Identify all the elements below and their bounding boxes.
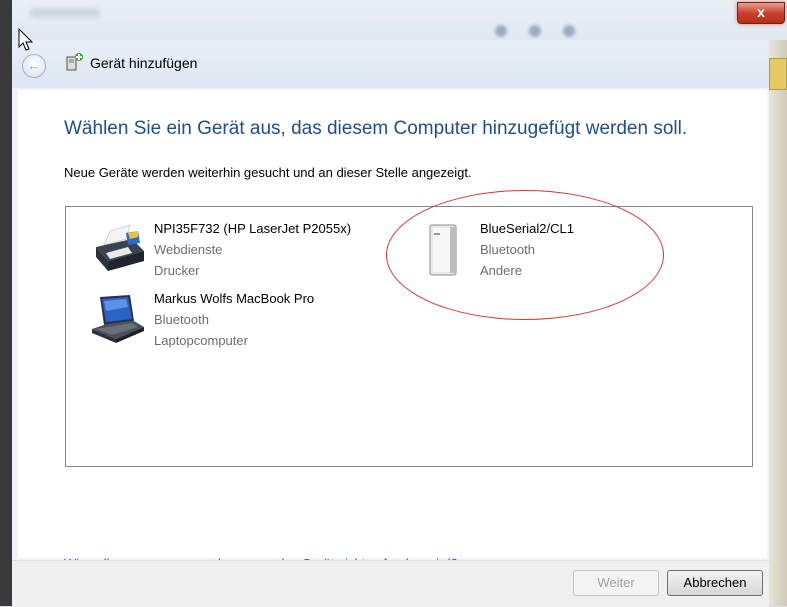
dialog-footer: Weiter Abbrechen <box>12 560 769 607</box>
next-button[interactable]: Weiter <box>573 570 659 596</box>
device-name: NPI35F732 (HP LaserJet P2055x) <box>154 221 352 236</box>
device-list[interactable]: NPI35F732 (HP LaserJet P2055x) Webdienst… <box>65 206 753 467</box>
page-heading: Wählen Sie ein Gerät aus, das diesem Com… <box>64 118 688 139</box>
device-protocol: Bluetooth <box>480 242 535 257</box>
device-category: Andere <box>480 263 522 278</box>
device-category: Drucker <box>154 263 200 278</box>
device-name: BlueSerial2/CL1 <box>480 221 574 236</box>
desktop-edge <box>0 0 12 606</box>
device-item-laptop[interactable]: Markus Wolfs MacBook Pro Bluetooth Lapto… <box>86 287 386 355</box>
folder-icon <box>769 58 787 90</box>
printer-icon <box>96 224 144 271</box>
device-protocol: Bluetooth <box>154 312 209 327</box>
add-device-icon <box>66 53 83 71</box>
background-window-title <box>30 8 100 18</box>
close-button[interactable]: x <box>737 2 785 24</box>
generic-device-icon <box>429 224 457 276</box>
background-toolbar-icons <box>495 24 615 38</box>
device-protocol: Webdienste <box>154 242 223 257</box>
cancel-button[interactable]: Abbrechen <box>667 570 763 596</box>
device-item-printer[interactable]: NPI35F732 (HP LaserJet P2055x) Webdienst… <box>86 217 386 285</box>
dialog-titlebar: ← Gerät hinzufügen <box>12 40 769 88</box>
dialog-content: Wählen Sie ein Gerät aus, das diesem Com… <box>18 90 767 571</box>
background-explorer-pane <box>769 40 787 606</box>
dialog-title: Gerät hinzufügen <box>90 55 198 71</box>
device-category: Laptopcomputer <box>154 333 248 348</box>
mouse-cursor-icon <box>18 28 34 51</box>
add-device-dialog: ← Gerät hinzufügen Wählen Sie ein Gerät … <box>12 40 769 607</box>
device-name: Markus Wolfs MacBook Pro <box>154 291 315 306</box>
page-subtext: Neue Geräte werden weiterhin gesucht und… <box>64 165 472 180</box>
device-item-blueserial[interactable]: BlueSerial2/CL1 Bluetooth Andere <box>424 217 724 285</box>
back-button[interactable]: ← <box>22 54 46 78</box>
laptop-icon <box>92 295 144 343</box>
